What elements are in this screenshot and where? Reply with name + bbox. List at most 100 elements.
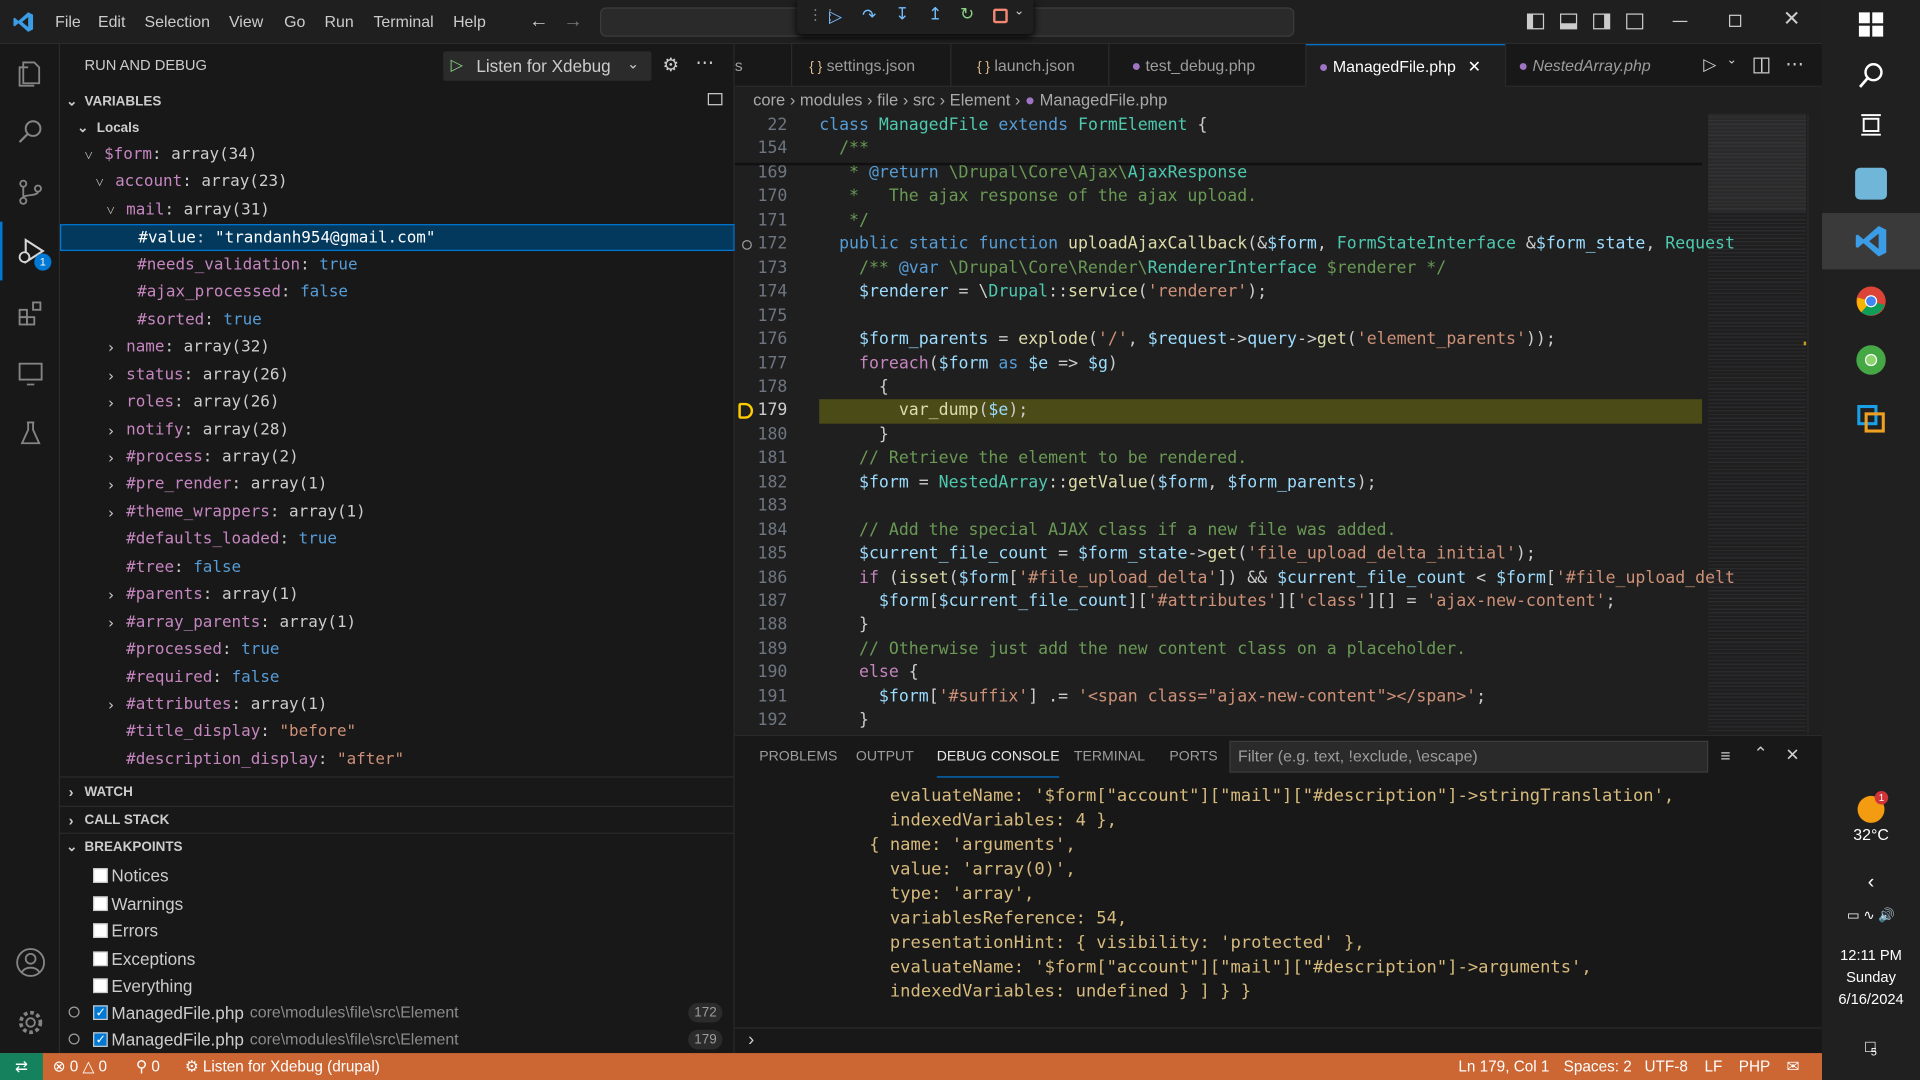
breakpoint-option[interactable]: Warnings (60, 890, 735, 917)
minimap-viewport[interactable] (1708, 113, 1807, 212)
breakpoint-option[interactable]: Everything (60, 972, 735, 999)
forward-arrow-icon[interactable]: → (563, 11, 583, 33)
remote-indicator[interactable]: ⇄ (0, 1053, 43, 1080)
toggle-panel-icon[interactable] (1560, 13, 1578, 30)
chevron-right-icon[interactable]: › (107, 362, 116, 389)
panel-tab-output[interactable]: OUTPUT (856, 736, 914, 778)
step-out-icon[interactable]: ↥ (928, 4, 942, 25)
code-line[interactable]: 176 $form_parents = explode('/', $reques… (735, 328, 1702, 352)
code-line[interactable]: 174 $renderer = \Drupal::service('render… (735, 281, 1702, 305)
callstack-section-header[interactable]: › CALL STACK (60, 805, 735, 833)
weather-icon[interactable]: 1 (1822, 791, 1920, 825)
menu-terminal[interactable]: Terminal (373, 0, 433, 44)
variable-row[interactable]: #defaults_loaded: true (60, 527, 735, 554)
code-line[interactable]: 191 $form['#suffix'] .= '<span class="aj… (735, 685, 1702, 709)
tab-managedfile-php[interactable]: ● ManagedFile.php ✕ (1305, 44, 1505, 87)
console-filter-input[interactable]: Filter (e.g. text, !exclude, \escape) (1229, 740, 1709, 773)
run-and-debug-icon[interactable]: 1 (0, 221, 60, 281)
customize-layout-icon[interactable] (1626, 13, 1644, 30)
run-file-icon[interactable]: ▷ (1703, 54, 1716, 75)
checkbox[interactable] (93, 895, 108, 911)
code-line[interactable]: 180 } (735, 423, 1702, 447)
variable-row[interactable]: › #theme_wrappers: array(1) (60, 499, 735, 526)
step-into-icon[interactable]: ↧ (895, 4, 909, 25)
variable-row[interactable]: › #parents: array(1) (60, 582, 735, 609)
code-line[interactable]: 181 // Retrieve the element to be render… (735, 447, 1702, 471)
code-line[interactable]: 192 } (735, 709, 1702, 733)
variable-row[interactable]: › #attributes: array(1) (60, 692, 735, 719)
stop-icon[interactable] (993, 8, 1008, 24)
chevron-right-icon[interactable]: › (107, 692, 116, 719)
testing-icon[interactable] (0, 404, 60, 463)
checkbox[interactable]: ✓ (93, 1032, 108, 1047)
app-icon-1[interactable] (1822, 164, 1920, 203)
more-actions-icon[interactable]: ⋯ (696, 51, 714, 74)
console-input-row[interactable]: › (734, 1027, 1823, 1054)
checkbox[interactable] (93, 950, 108, 966)
breadcrumb-item[interactable]: src (913, 91, 935, 109)
chevron-right-icon[interactable]: › (107, 582, 116, 609)
variables-section-header[interactable]: ⌄ VARIABLES (60, 88, 735, 115)
variable-row[interactable]: #value: "trandanh954@gmail.com" (60, 224, 735, 252)
vertical-scrollbar[interactable] (1807, 113, 1823, 734)
minimize-button[interactable] (1672, 20, 1688, 23)
chevron-down-icon[interactable]: ⌄ (1727, 54, 1737, 67)
encoding[interactable]: UTF-8 (1645, 1053, 1688, 1080)
menu-selection[interactable]: Selection (144, 0, 209, 44)
menu-help[interactable]: Help (453, 0, 486, 44)
variable-row[interactable]: #sorted: true (60, 307, 735, 334)
vscode-taskbar-icon[interactable] (1822, 213, 1920, 270)
chevron-down-icon[interactable]: ˅ (96, 170, 104, 197)
app-icon-2[interactable] (1822, 399, 1920, 438)
breakpoint-option[interactable]: Errors (60, 917, 735, 944)
toggle-sidebar-icon[interactable] (1526, 13, 1545, 30)
checkbox[interactable] (93, 978, 108, 994)
indentation[interactable]: Spaces: 2 (1564, 1053, 1632, 1080)
panel-tab-ports[interactable]: PORTS (1169, 736, 1217, 778)
menu-view[interactable]: View (229, 0, 263, 44)
code-line[interactable]: 187 $form[$current_file_count]['#attribu… (735, 590, 1702, 614)
close-window-button[interactable]: ✕ (1783, 7, 1800, 31)
close-panel-icon[interactable]: ✕ (1785, 744, 1799, 765)
continue-icon[interactable]: ▷ (829, 6, 842, 27)
maximize-panel-icon[interactable]: ⌃ (1753, 743, 1767, 764)
code-line[interactable]: 184 // Add the special AJAX class if a n… (735, 519, 1702, 543)
windows-start-icon[interactable] (1822, 10, 1920, 39)
variable-row[interactable]: › notify: array(28) (60, 417, 735, 444)
restore-button[interactable] (1728, 14, 1742, 27)
chevron-right-icon[interactable]: › (107, 334, 116, 361)
chrome-icon[interactable] (1822, 282, 1920, 321)
tab-partial[interactable]: s (735, 44, 790, 87)
breakpoints-section-header[interactable]: ⌄ BREAKPOINTS (60, 832, 735, 860)
chevron-down-icon[interactable]: ⌄ (1014, 5, 1024, 18)
variable-row[interactable]: #description_display: "after" (60, 747, 735, 774)
chevron-right-icon[interactable]: › (107, 389, 116, 416)
variable-row[interactable]: ˅ mail: array(31) (60, 197, 735, 224)
code-line[interactable]: 170 * The ajax response of the ajax uplo… (735, 185, 1702, 209)
tab-test-debug-php[interactable]: ● test_debug.php (1108, 44, 1305, 87)
back-arrow-icon[interactable]: ← (529, 11, 549, 33)
variable-row[interactable]: › roles: array(26) (60, 389, 735, 416)
breakpoint-option[interactable]: Notices (60, 862, 735, 889)
breadcrumb-item[interactable]: core (753, 91, 785, 109)
variable-row[interactable]: ˅ account: array(23) (60, 170, 735, 197)
language-mode[interactable]: PHP (1739, 1053, 1770, 1080)
code-line[interactable]: 179 var_dump($e); (735, 399, 1703, 424)
clock-time[interactable]: 12:11 PM (1822, 945, 1920, 965)
code-line[interactable]: 188 } (735, 614, 1702, 638)
notifications-bell-icon[interactable]: ✉ (1787, 1053, 1800, 1080)
code-line[interactable]: 154 /** (735, 138, 1702, 162)
code-line[interactable]: 171 */ (735, 209, 1702, 233)
toggle-secondary-sidebar-icon[interactable] (1593, 13, 1611, 30)
manage-gear-icon[interactable] (0, 993, 60, 1052)
tab-nestedarray-php[interactable]: ● NestedArray.php (1504, 44, 1689, 87)
code-line[interactable]: 173 /** @var \Drupal\Core\Render\Rendere… (735, 257, 1702, 281)
panel-tab-problems[interactable]: PROBLEMS (759, 736, 837, 778)
chevron-left-icon[interactable]: ‹ (1822, 872, 1920, 894)
tab-settings-json[interactable]: { } settings.json (791, 44, 950, 87)
breadcrumb-item[interactable]: file (877, 91, 898, 109)
tab-launch-json[interactable]: { } launch.json (950, 44, 1108, 87)
notification-center-icon[interactable]: □ 5 (1822, 1031, 1920, 1060)
search-icon[interactable] (1822, 59, 1920, 93)
breakpoint-file-row[interactable]: ✓ ManagedFile.php core\modules\file\src\El… (60, 1026, 735, 1053)
